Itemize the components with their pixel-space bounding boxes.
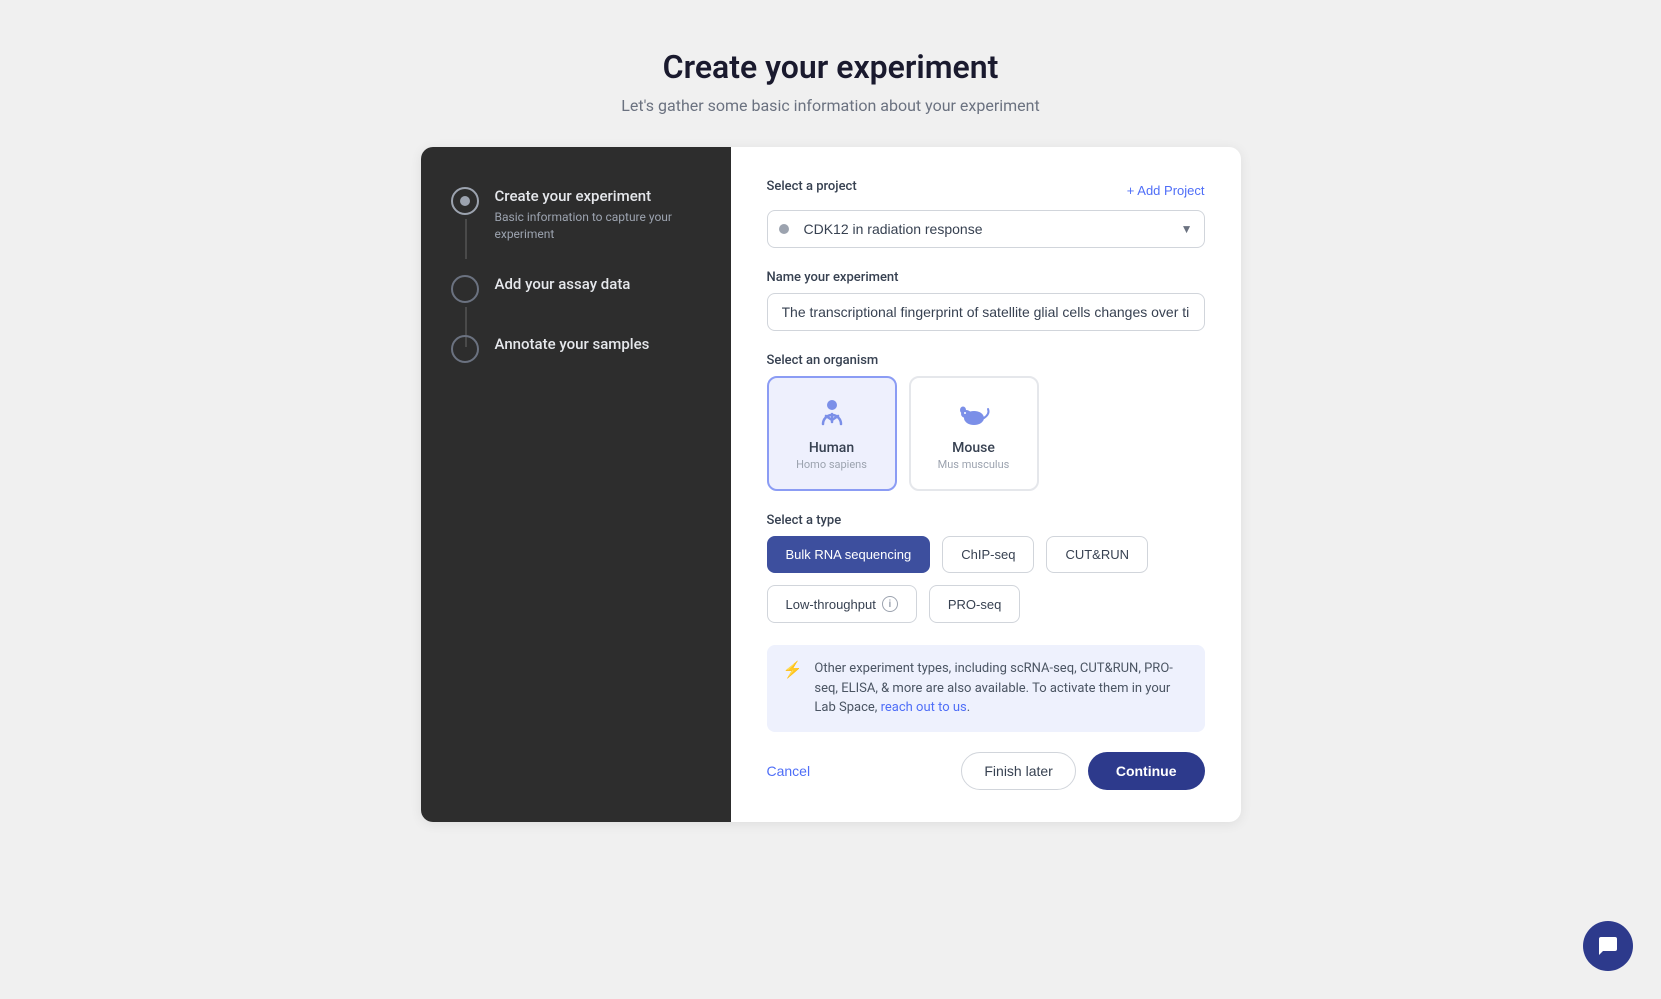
type-label: Select a type: [767, 513, 1205, 528]
chat-icon: [1596, 934, 1620, 958]
content-area: Select a project + Add Project CDK12 in …: [731, 147, 1241, 822]
type-btn-bulk-rna[interactable]: Bulk RNA sequencing: [767, 536, 931, 573]
page-title: Create your experiment: [621, 48, 1039, 86]
finish-later-button[interactable]: Finish later: [961, 752, 1075, 790]
project-row: Select a project + Add Project: [767, 179, 1205, 202]
step-circle-create: [451, 187, 479, 215]
info-banner: ⚡ Other experiment types, including scRN…: [767, 645, 1205, 732]
project-select[interactable]: CDK12 in radiation response: [767, 210, 1205, 248]
step-label-assay: Add your assay data: [495, 275, 631, 293]
human-scientific: Homo sapiens: [781, 458, 883, 471]
step-circle-annotate: [451, 335, 479, 363]
organism-field-group: Select an organism Human Homo s: [767, 353, 1205, 491]
add-project-button[interactable]: + Add Project: [1127, 183, 1205, 198]
project-dot-icon: [779, 224, 789, 234]
main-container: Create your experiment Basic information…: [421, 147, 1241, 822]
low-throughput-label: Low-throughput: [786, 597, 876, 612]
type-btn-cut-run[interactable]: CUT&RUN: [1046, 536, 1148, 573]
reach-out-link[interactable]: reach out to us: [881, 700, 967, 715]
experiment-name-label: Name your experiment: [767, 270, 1205, 285]
sidebar: Create your experiment Basic information…: [421, 147, 731, 822]
organism-label: Select an organism: [767, 353, 1205, 368]
step-sublabel-create: Basic information to capture your experi…: [495, 209, 701, 243]
step-annotate: Annotate your samples: [451, 335, 701, 363]
step-text-annotate: Annotate your samples: [495, 335, 650, 357]
type-buttons-row2: Low-throughput i PRO-seq: [767, 585, 1205, 623]
bolt-icon: ⚡: [783, 660, 803, 679]
cancel-button[interactable]: Cancel: [767, 763, 811, 779]
page-subtitle: Let's gather some basic information abou…: [621, 96, 1039, 115]
type-btn-pro-seq[interactable]: PRO-seq: [929, 585, 1020, 623]
experiment-name-field-group: Name your experiment: [767, 270, 1205, 331]
step-text-assay: Add your assay data: [495, 275, 631, 297]
step-circle-assay: [451, 275, 479, 303]
project-field-group: Select a project + Add Project CDK12 in …: [767, 179, 1205, 248]
organism-card-human[interactable]: Human Homo sapiens: [767, 376, 897, 491]
step-circle-inner-create: [460, 196, 470, 206]
info-icon-low-throughput[interactable]: i: [882, 596, 898, 612]
right-buttons: Finish later Continue: [961, 752, 1204, 790]
type-field-group: Select a type Bulk RNA sequencing ChIP-s…: [767, 513, 1205, 623]
project-select-wrapper: CDK12 in radiation response ▼: [767, 210, 1205, 248]
step-text-create: Create your experiment Basic information…: [495, 187, 701, 243]
step-create: Create your experiment Basic information…: [451, 187, 701, 243]
footer-buttons: Cancel Finish later Continue: [767, 752, 1205, 790]
organism-card-mouse[interactable]: Mouse Mus musculus: [909, 376, 1039, 491]
mouse-scientific: Mus musculus: [923, 458, 1025, 471]
type-btn-chip-seq[interactable]: ChIP-seq: [942, 536, 1034, 573]
step-assay: Add your assay data: [451, 275, 701, 303]
human-icon: [781, 396, 883, 432]
organism-cards: Human Homo sapiens: [767, 376, 1205, 491]
type-btn-low-throughput[interactable]: Low-throughput i: [767, 585, 917, 623]
chat-button[interactable]: [1583, 921, 1633, 971]
step-label-create: Create your experiment: [495, 187, 701, 205]
human-name: Human: [781, 440, 883, 456]
experiment-name-input[interactable]: [767, 293, 1205, 331]
type-buttons: Bulk RNA sequencing ChIP-seq CUT&RUN: [767, 536, 1205, 573]
page-header: Create your experiment Let's gather some…: [621, 0, 1039, 147]
step-label-annotate: Annotate your samples: [495, 335, 650, 353]
mouse-icon: [923, 396, 1025, 432]
mouse-name: Mouse: [923, 440, 1025, 456]
info-banner-text: Other experiment types, including scRNA-…: [814, 659, 1188, 718]
project-label: Select a project: [767, 179, 857, 194]
continue-button[interactable]: Continue: [1088, 752, 1205, 790]
